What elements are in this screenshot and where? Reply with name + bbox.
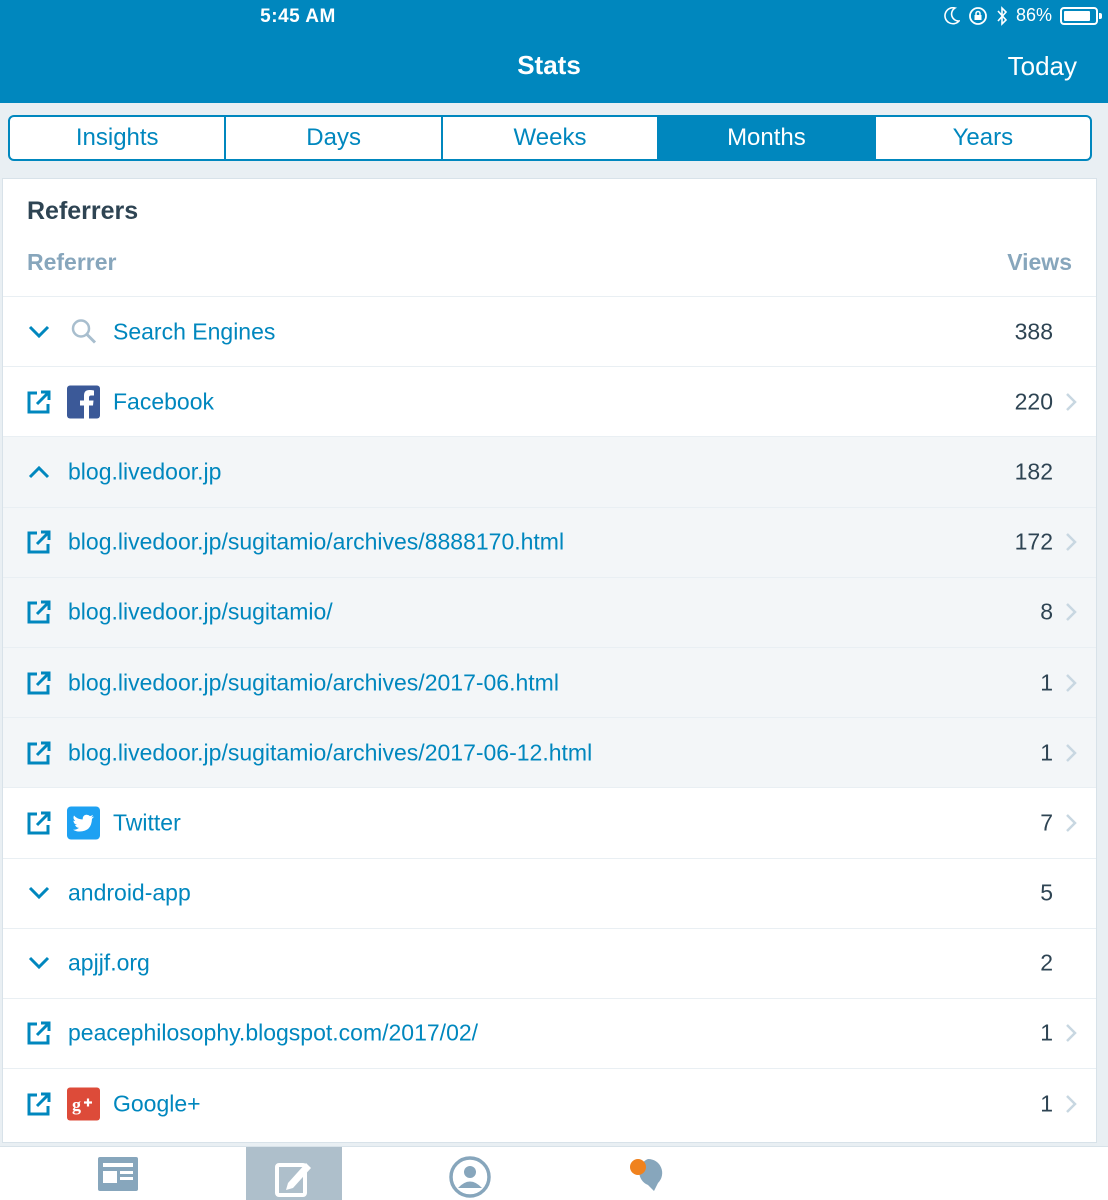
external-link-icon[interactable] (24, 738, 54, 768)
me-icon (449, 1156, 491, 1198)
referrer-row[interactable]: blog.livedoor.jp/sugitamio/archives/2017… (3, 646, 1096, 718)
referrer-row[interactable]: blog.livedoor.jp/sugitamio/8 (3, 576, 1096, 647)
chevron-right-icon (1064, 531, 1078, 553)
external-link-icon[interactable] (24, 527, 54, 557)
views-count: 172 (1014, 528, 1053, 555)
views-count: 388 (1014, 318, 1053, 345)
chevron-right-icon (1064, 672, 1078, 694)
chevron-right-icon (1064, 742, 1078, 764)
referrer-row[interactable]: Twitter 7 (3, 787, 1096, 857)
referrer-label[interactable]: blog.livedoor.jp/sugitamio/ (68, 599, 333, 626)
tab-me[interactable] (420, 1147, 520, 1200)
battery-fill (1064, 10, 1090, 21)
referrer-row[interactable]: blog.livedoor.jp/sugitamio/archives/2017… (3, 717, 1096, 788)
referrer-label[interactable]: blog.livedoor.jp/sugitamio/archives/2017… (68, 739, 592, 766)
battery-percent: 86% (1015, 5, 1052, 25)
column-header-referrer: Referrer (27, 249, 117, 275)
moon-icon (944, 6, 960, 25)
referrer-label[interactable]: apjjf.org (68, 950, 150, 977)
tab-write[interactable] (246, 1147, 342, 1200)
views-count: 182 (1014, 458, 1053, 485)
search-icon (67, 315, 100, 348)
referrers-card: Referrers Referrer Views Search Engines 3… (2, 178, 1097, 1143)
views-count: 1 (1040, 739, 1053, 766)
referrer-label[interactable]: android-app (68, 880, 191, 907)
referrer-row[interactable]: apjjf.org 2 (3, 927, 1096, 998)
svg-text:g: g (72, 1094, 81, 1114)
period-segmented-control: Insights Days Weeks Months Years (8, 115, 1092, 161)
chevron-down-icon[interactable] (24, 878, 54, 908)
page-title: Stats (517, 50, 581, 80)
referrer-label[interactable]: blog.livedoor.jp (68, 458, 221, 485)
views-count: 1 (1040, 669, 1053, 696)
views-count: 5 (1040, 879, 1053, 906)
segment-months[interactable]: Months (659, 117, 876, 159)
segment-weeks[interactable]: Weeks (443, 117, 660, 159)
chevron-right-icon (1064, 601, 1078, 623)
chevron-down-icon[interactable] (24, 948, 54, 978)
referrer-label[interactable]: Facebook (113, 388, 214, 415)
views-count: 220 (1014, 388, 1053, 415)
chevron-right-icon (1064, 1022, 1078, 1044)
segment-years[interactable]: Years (876, 117, 1090, 159)
views-count: 8 (1040, 598, 1053, 625)
external-link-icon[interactable] (24, 668, 54, 698)
referrer-list: Search Engines 388 Facebook 220 blog.livedoo… (3, 296, 1096, 1138)
referrer-row[interactable]: blog.livedoor.jp 182 (3, 436, 1096, 507)
chevron-up-icon[interactable] (24, 457, 54, 487)
referrer-label[interactable]: Google+ (113, 1090, 201, 1117)
referrer-label[interactable]: blog.livedoor.jp/sugitamio/archives/2017… (68, 669, 559, 696)
referrer-label[interactable]: Search Engines (113, 318, 275, 345)
chevron-right-icon (1064, 391, 1078, 413)
status-time: 5:45 AM (260, 6, 336, 27)
twitter-icon (67, 806, 100, 840)
views-count: 1 (1040, 1019, 1053, 1046)
referrer-row[interactable]: peacephilosophy.blogspot.com/2017/02/1 (3, 997, 1096, 1068)
referrer-row[interactable]: Facebook 220 (3, 366, 1096, 436)
referrer-row[interactable]: Search Engines 388 (3, 296, 1096, 366)
notifications-icon (630, 1158, 663, 1191)
views-count: 1 (1040, 1090, 1053, 1117)
tab-bar (0, 1146, 1108, 1200)
facebook-icon (67, 385, 100, 419)
referrer-label[interactable]: peacephilosophy.blogspot.com/2017/02/ (68, 1020, 478, 1047)
chevron-right-icon (1064, 812, 1078, 834)
status-icons: 86% (944, 5, 1102, 26)
today-button[interactable]: Today (1008, 51, 1077, 82)
google-plus-icon: g (67, 1087, 100, 1121)
chevron-down-icon[interactable] (24, 317, 54, 347)
referrer-label[interactable]: Twitter (113, 809, 181, 836)
external-link-icon[interactable] (24, 1018, 54, 1048)
segment-insights[interactable]: Insights (10, 117, 227, 159)
card-title: Referrers (27, 197, 139, 225)
reader-icon (98, 1157, 138, 1191)
external-link-icon[interactable] (24, 808, 54, 838)
segment-days[interactable]: Days (226, 117, 443, 159)
tab-reader[interactable] (68, 1147, 168, 1200)
referrer-row[interactable]: blog.livedoor.jp/sugitamio/archives/8888… (3, 506, 1096, 577)
chevron-right-icon (1064, 1093, 1078, 1115)
nav-header: 5:45 AM 86% Stats Today (0, 0, 1108, 103)
views-count: 7 (1040, 809, 1053, 836)
bluetooth-icon (997, 5, 1008, 26)
write-post-icon (275, 1163, 311, 1197)
column-header-views: Views (1007, 249, 1072, 275)
external-link-icon[interactable] (24, 597, 54, 627)
rotation-lock-icon (969, 6, 987, 25)
referrer-row[interactable]: g Google+ 1 (3, 1068, 1096, 1138)
tab-notifications[interactable] (596, 1147, 696, 1200)
external-link-icon[interactable] (24, 1089, 54, 1119)
referrer-label[interactable]: blog.livedoor.jp/sugitamio/archives/8888… (68, 529, 564, 556)
referrer-row[interactable]: android-app 5 (3, 857, 1096, 928)
battery-icon (1060, 6, 1102, 25)
views-count: 2 (1040, 949, 1053, 976)
external-link-icon[interactable] (24, 387, 54, 417)
